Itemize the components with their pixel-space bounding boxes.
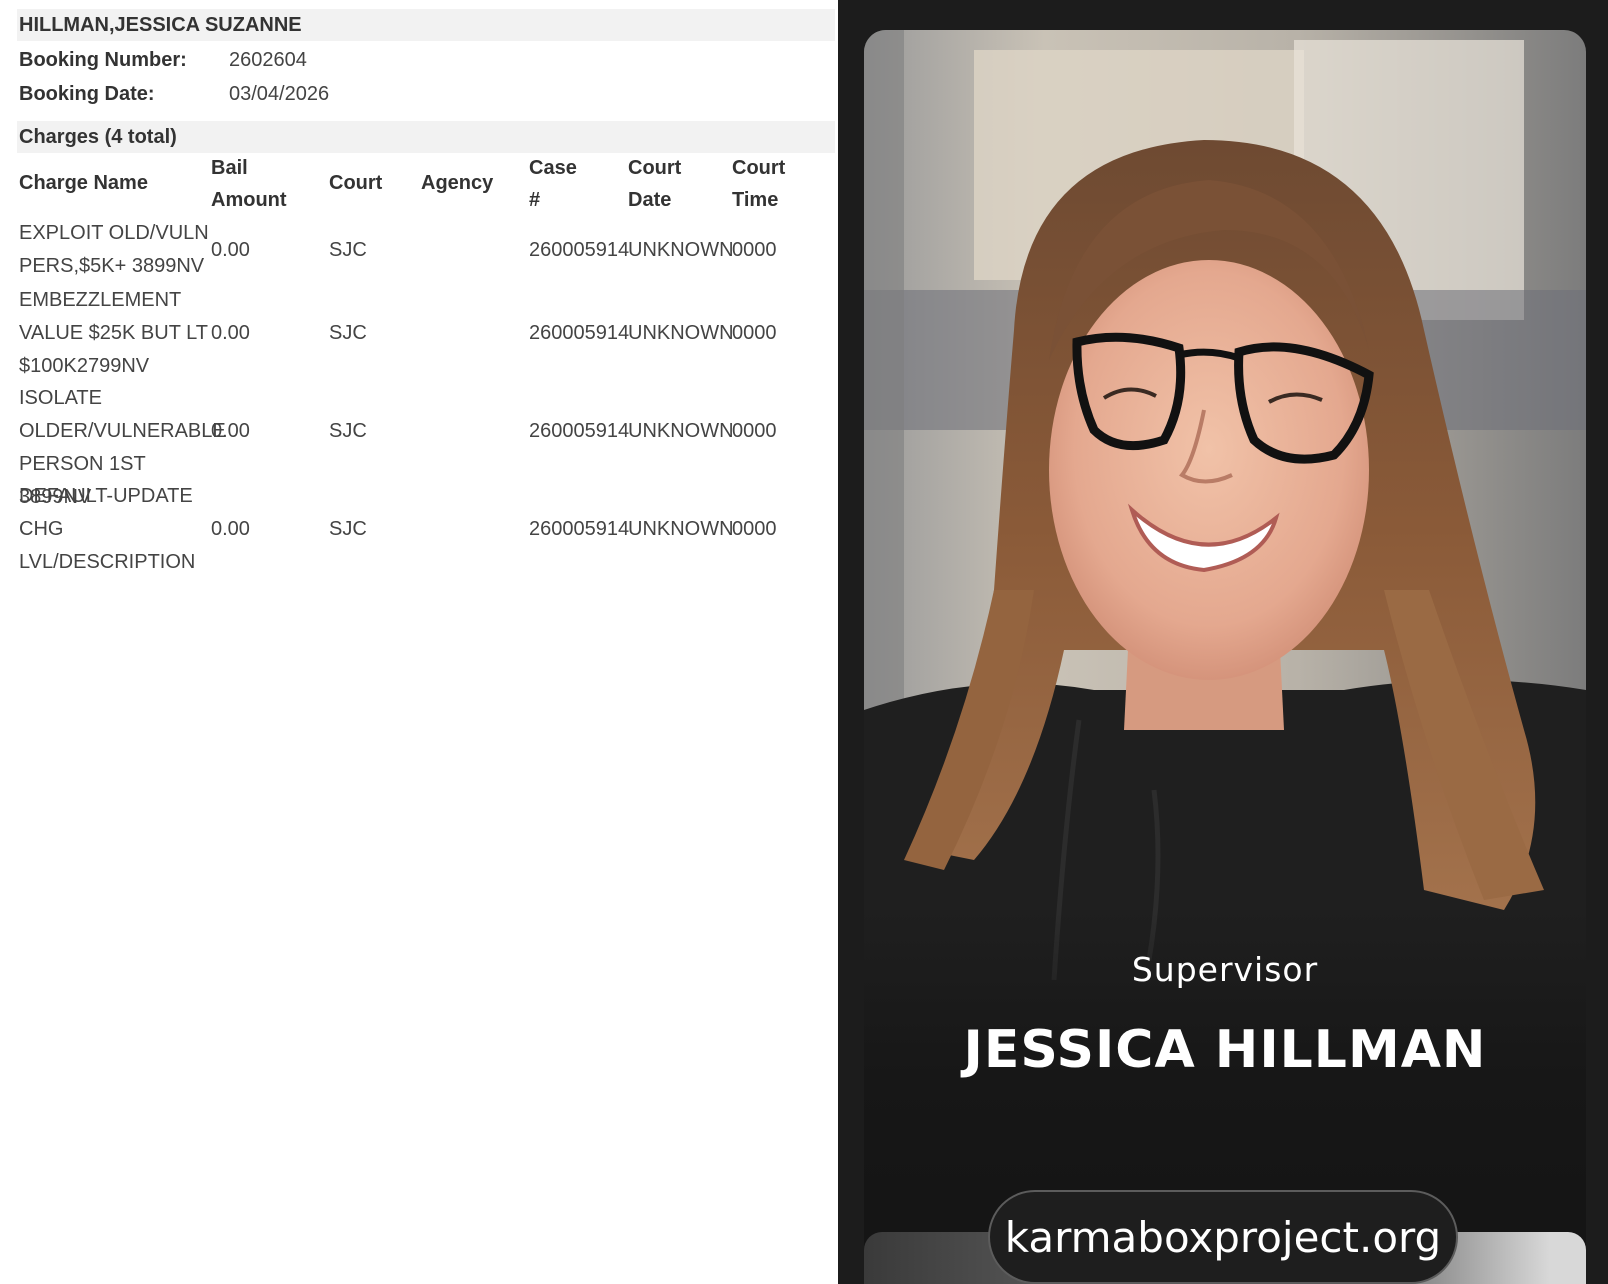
booking-date-value: 03/04/2026	[229, 83, 330, 105]
case-number: 260005914	[529, 518, 630, 540]
case-number: 260005914	[529, 238, 630, 261]
col-charge-name: Charge Name	[19, 172, 148, 194]
bail-amount: 0.00	[211, 322, 250, 344]
court: SJC	[329, 238, 367, 261]
booking-date-row: Booking Date: 03/04/2026	[19, 79, 329, 109]
table-row: EMBEZZLEMENT VALUE $25K BUT LT $100K2799…	[0, 284, 838, 383]
col-case-number: Case #	[529, 157, 577, 211]
court: SJC	[329, 322, 367, 344]
case-number: 260005914	[529, 420, 630, 442]
bail-amount: 0.00	[211, 420, 250, 442]
court-time: 0000	[732, 322, 777, 344]
court-date: UNKNOWN	[628, 420, 734, 442]
bail-amount: 0.00	[211, 518, 250, 540]
inmate-name: HILLMAN,JESSICA SUZANNE	[17, 9, 835, 41]
court: SJC	[329, 420, 367, 442]
website-link[interactable]: karmaboxproject.org	[988, 1190, 1458, 1284]
court-date: UNKNOWN	[628, 322, 734, 344]
charge-name: EMBEZZLEMENT VALUE $25K BUT LT $100K2799…	[19, 289, 208, 377]
col-court-time: Court Time	[732, 157, 786, 211]
court-time: 0000	[732, 238, 777, 261]
court: SJC	[329, 518, 367, 540]
court-time: 0000	[732, 420, 777, 442]
col-bail-amount: Bail Amount	[211, 157, 287, 211]
charge-name: DEFAULT-UPDATE CHG LVL/DESCRIPTION	[19, 485, 196, 573]
charge-name: EXPLOIT OLD/VULN PERS,$5K+ 3899NV	[19, 222, 209, 277]
table-row: DEFAULT-UPDATE CHG LVL/DESCRIPTION 0.00 …	[0, 480, 838, 579]
court-date: UNKNOWN	[628, 518, 734, 540]
table-row: EXPLOIT OLD/VULN PERS,$5K+ 3899NV 0.00 S…	[0, 217, 838, 283]
booking-number-row: Booking Number: 2602604	[19, 45, 307, 75]
profile-panel: Supervisor JESSICA HILLMAN karmaboxproje…	[838, 0, 1608, 1284]
profile-name: JESSICA HILLMAN	[963, 1020, 1487, 1080]
booking-record: HILLMAN,JESSICA SUZANNE Booking Number: 2…	[0, 0, 838, 1284]
col-court: Court	[329, 172, 383, 194]
bail-amount: 0.00	[211, 238, 250, 261]
profile-card: Supervisor JESSICA HILLMAN	[864, 30, 1586, 1284]
booking-number-label: Booking Number:	[19, 49, 187, 71]
court-date: UNKNOWN	[628, 238, 734, 261]
col-court-date: Court Date	[628, 157, 682, 211]
case-number: 260005914	[529, 322, 630, 344]
table-row: ISOLATE OLDER/VULNERABLE PERSON 1ST 3899…	[0, 382, 838, 508]
col-agency: Agency	[421, 172, 494, 194]
booking-number-value: 2602604	[229, 49, 307, 71]
booking-date-label: Booking Date:	[19, 83, 155, 105]
profile-role: Supervisor	[1131, 950, 1319, 989]
charges-heading: Charges (4 total)	[17, 121, 835, 153]
court-time: 0000	[732, 518, 777, 540]
